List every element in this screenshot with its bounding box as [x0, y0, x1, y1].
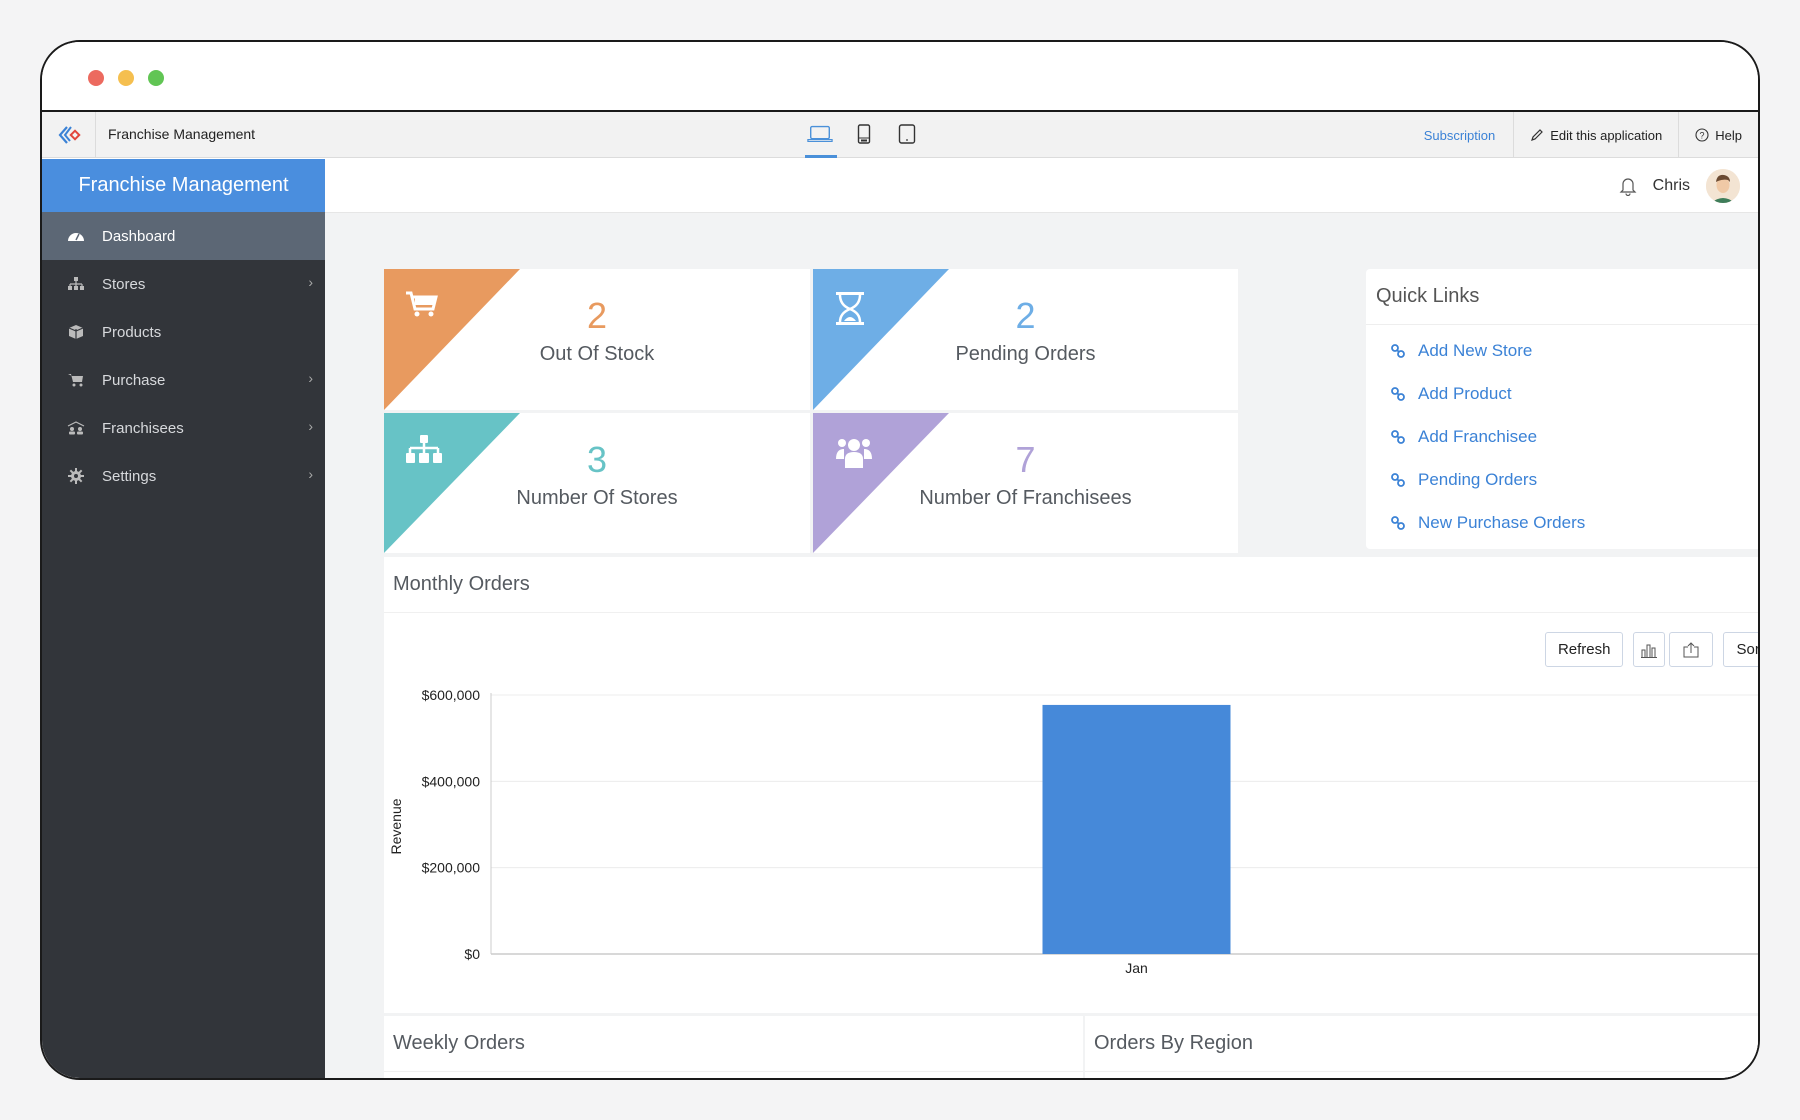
- sidebar-item-label: Products: [102, 323, 162, 341]
- stat-card-out-of-stock[interactable]: 2 Out Of Stock: [384, 269, 810, 410]
- sidebar-item-label: Dashboard: [102, 227, 176, 245]
- y-tick-label: $400,000: [422, 773, 481, 789]
- sidebar-item-franchisees[interactable]: Franchisees ›: [42, 404, 325, 452]
- minimize-window-button[interactable]: [118, 70, 134, 86]
- help-button[interactable]: ? Help: [1678, 112, 1758, 158]
- subscription-link[interactable]: Subscription: [1408, 112, 1514, 158]
- quick-links-panel: Quick Links Add New Store Add Product Ad…: [1366, 269, 1758, 549]
- stat-label: Number Of Franchisees: [919, 487, 1132, 509]
- card-accent: [813, 269, 949, 410]
- panel-title: Orders By Region: [1094, 1032, 1253, 1054]
- y-axis-label: Revenue: [388, 798, 404, 854]
- user-name[interactable]: Chris: [1653, 177, 1690, 195]
- sidebar-item-label: Stores: [102, 275, 146, 293]
- chevron-right-icon: ›: [308, 274, 313, 290]
- y-tick-label: $200,000: [422, 860, 481, 876]
- link-icon: [1391, 472, 1405, 487]
- link-icon: [1391, 515, 1405, 530]
- sidebar-item-stores[interactable]: Stores ›: [42, 260, 325, 308]
- stat-card-pending-orders[interactable]: 2 Pending Orders: [813, 269, 1238, 410]
- phone-icon[interactable]: [851, 124, 877, 146]
- gear-icon: [66, 467, 86, 485]
- sidebar-item-products[interactable]: Products: [42, 308, 325, 356]
- app-bar: Franchise Management Subscription Edit t…: [42, 112, 1758, 158]
- quick-link-new-purchase-orders[interactable]: New Purchase Orders: [1366, 501, 1758, 544]
- app-logo-icon[interactable]: [42, 112, 96, 158]
- stat-label: Out Of Stock: [539, 343, 655, 365]
- sidebar-item-label: Settings: [102, 467, 157, 485]
- card-accent: [384, 269, 520, 410]
- quick-link-add-franchisee[interactable]: Add Franchisee: [1366, 415, 1758, 458]
- quick-links-title: Quick Links: [1366, 269, 1758, 325]
- chevron-right-icon: ›: [308, 370, 313, 386]
- bar-jan: [1042, 704, 1231, 954]
- cart-icon: [66, 371, 86, 389]
- x-tick-label: Jan: [1125, 960, 1148, 976]
- close-window-button[interactable]: [88, 70, 104, 86]
- stat-card-number-of-stores[interactable]: 3 Number Of Stores: [384, 413, 810, 553]
- link-icon: [1391, 386, 1405, 401]
- edit-application-button[interactable]: Edit this application: [1513, 112, 1678, 158]
- y-tick-label: $0: [464, 946, 480, 962]
- notification-bell-icon[interactable]: [1619, 176, 1637, 196]
- stat-label: Pending Orders: [955, 343, 1096, 365]
- sidebar-item-label: Purchase: [102, 371, 166, 389]
- orders-by-region-panel: Orders By Region Refresh Sort: [1085, 1016, 1758, 1078]
- users-icon: [66, 419, 86, 437]
- quick-link-label: New Purchase Orders: [1418, 512, 1586, 532]
- link-icon: [1391, 429, 1405, 444]
- stat-label: Number Of Stores: [516, 487, 678, 509]
- box-icon: [66, 323, 86, 341]
- sidebar-item-purchase[interactable]: Purchase ›: [42, 356, 325, 404]
- tablet-icon[interactable]: [894, 124, 920, 146]
- browser-window: Franchise Management Subscription Edit t…: [40, 40, 1760, 1080]
- app-title: Franchise Management: [108, 126, 256, 142]
- top-header: Chris: [325, 159, 1758, 213]
- chevron-right-icon: ›: [308, 466, 313, 482]
- sidebar-item-dashboard[interactable]: Dashboard: [42, 212, 325, 260]
- dashboard-icon: [66, 227, 86, 245]
- stat-value: 2: [586, 295, 608, 336]
- pencil-icon: [1531, 129, 1544, 141]
- help-icon: ?: [1695, 128, 1709, 142]
- stat-card-number-of-franchisees[interactable]: 7 Number Of Franchisees: [813, 413, 1238, 553]
- svg-text:?: ?: [1700, 131, 1705, 141]
- edit-application-label: Edit this application: [1550, 127, 1663, 143]
- quick-link-label: Add New Store: [1418, 340, 1533, 360]
- quick-link-pending-orders[interactable]: Pending Orders: [1366, 458, 1758, 501]
- panel-title: Weekly Orders: [393, 1032, 525, 1054]
- sidebar-item-settings[interactable]: Settings ›: [42, 452, 325, 500]
- quick-link-label: Pending Orders: [1418, 469, 1538, 489]
- stat-value: 2: [1015, 295, 1036, 336]
- subscription-label: Subscription: [1423, 127, 1496, 143]
- sidebar-title: Franchise Management: [42, 159, 325, 212]
- monthly-orders-chart: $0 $200,000 $400,000 $600,000 Revenue Jan: [388, 687, 1758, 976]
- stat-value: 3: [586, 439, 608, 480]
- quick-link-add-new-store[interactable]: Add New Store: [1366, 329, 1758, 372]
- laptop-icon[interactable]: [805, 124, 837, 158]
- monthly-orders-panel: Monthly Orders Refresh Sort $0$200,000$4…: [384, 557, 1758, 1013]
- sidebar-item-label: Franchisees: [102, 419, 184, 437]
- link-icon: [1391, 343, 1405, 358]
- help-label: Help: [1715, 127, 1742, 143]
- card-accent: [384, 413, 520, 553]
- weekly-orders-panel: Weekly Orders Refresh Sort: [384, 1016, 1083, 1078]
- main-content: Chris 2 Out Of Stock 2 Pending Orders 3 …: [325, 159, 1758, 1078]
- divider: [384, 1071, 1083, 1072]
- divider: [1085, 1071, 1758, 1072]
- sidebar: Franchise Management Dashboard Stores › …: [42, 159, 325, 1078]
- stat-value: 7: [1015, 439, 1036, 480]
- chevron-right-icon: ›: [308, 418, 313, 434]
- y-tick-label: $600,000: [422, 687, 481, 703]
- card-accent: [813, 413, 949, 553]
- maximize-window-button[interactable]: [148, 70, 164, 86]
- avatar[interactable]: [1706, 169, 1740, 203]
- title-bar: [42, 42, 1758, 112]
- quick-link-label: Add Product: [1418, 383, 1512, 403]
- quick-link-label: Add Franchisee: [1418, 426, 1538, 446]
- quick-link-add-product[interactable]: Add Product: [1366, 372, 1758, 415]
- sitemap-icon: [66, 275, 86, 293]
